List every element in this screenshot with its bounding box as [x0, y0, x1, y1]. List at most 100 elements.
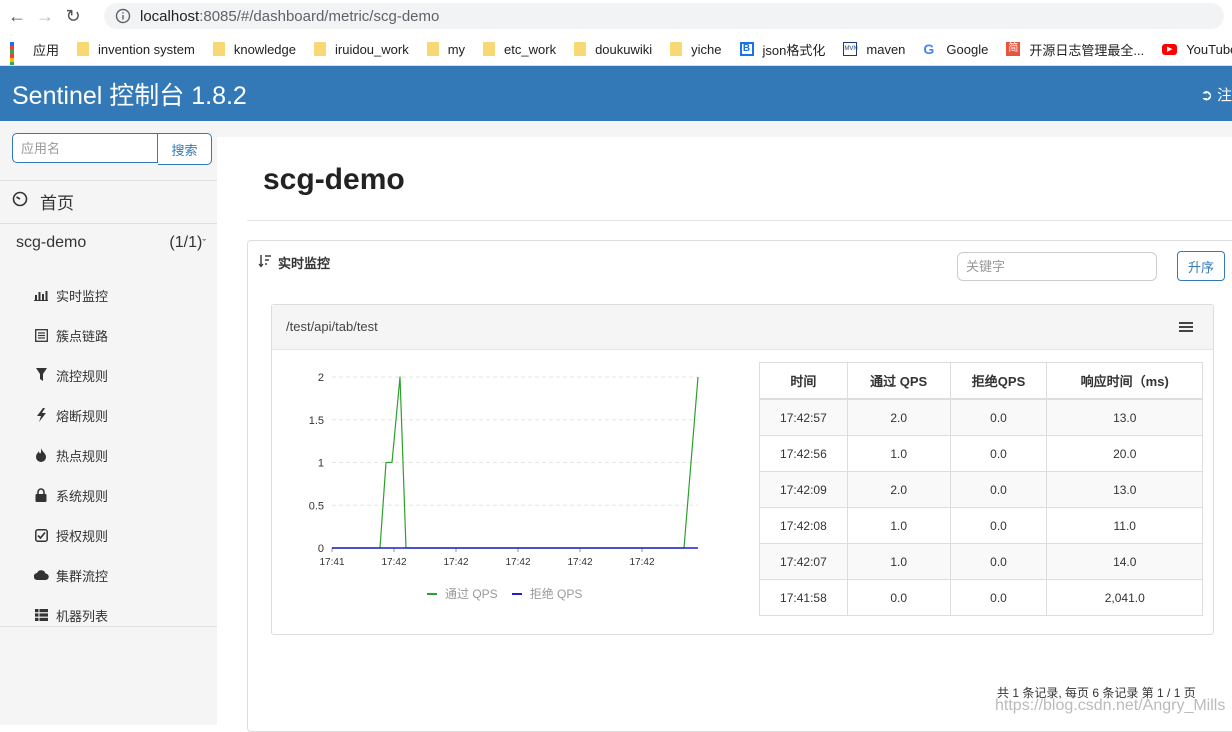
y-tick-label: 2 [318, 372, 324, 384]
chevron-down-icon: ˇ [202, 238, 206, 250]
keyword-input[interactable] [957, 252, 1157, 281]
list-icon [33, 327, 49, 343]
bookmark-label: my [447, 41, 466, 57]
y-tick-label: 1.5 [309, 415, 324, 427]
bar-chart-icon [33, 287, 49, 303]
hamburger-menu-icon[interactable] [1179, 322, 1193, 334]
bookmark-item[interactable]: invention system [77, 42, 195, 57]
sidebar-item-home[interactable]: 首页 [12, 189, 74, 214]
bookmark-item[interactable]: knowledge [212, 42, 296, 57]
bookmark-label: 应用 [33, 42, 60, 58]
sidebar-item-label: 授权规则 [56, 528, 109, 544]
bookmark-item[interactable]: yiche [670, 42, 722, 57]
x-tick-label: 17:41 [319, 557, 344, 568]
sidebar-item-label: 簇点链路 [56, 328, 109, 344]
folder-icon [77, 42, 90, 56]
forward-icon[interactable]: → [34, 6, 56, 28]
browser-address-bar: ← → ↻ localhost:8085/#/dashboard/metric/… [0, 0, 1232, 33]
x-tick-label: 17:42 [629, 557, 654, 568]
table-cell: 1.0 [846, 435, 951, 472]
bookmark-item[interactable]: etc_work [483, 42, 556, 57]
sidebar-item-list[interactable]: 簇点链路 [33, 315, 108, 355]
sidebar-item-fire[interactable]: 热点规则 [33, 435, 108, 475]
back-icon[interactable]: ← [6, 6, 28, 28]
legend-item-pass[interactable]: 通过 QPS [427, 585, 498, 602]
table-cell: 17:42:07 [759, 543, 848, 580]
url-field[interactable]: localhost:8085/#/dashboard/metric/scg-de… [104, 3, 1224, 29]
legend-label: 拒绝 QPS [529, 587, 583, 601]
table-cell: 0.0 [949, 398, 1048, 436]
bookmark-item[interactable]: iruidou_work [314, 42, 409, 57]
sidebar-item-label: 集群流控 [56, 568, 109, 584]
sidebar-app-scg-demo[interactable]: scg-demo (1/1)ˇ [16, 234, 206, 252]
sidebar-item-label: 流控规则 [56, 368, 109, 384]
bookmark-item[interactable]: 应用 [10, 40, 60, 65]
bookmark-item[interactable]: Bjson格式化 [739, 40, 826, 59]
table-cell: 1.0 [846, 543, 951, 580]
bookmark-label: YouTube [1186, 41, 1232, 57]
folder-icon [670, 42, 683, 56]
column-header: 响应时间（ms) [1046, 362, 1203, 400]
search-button[interactable]: 搜索 [158, 133, 212, 165]
sidebar-item-th-list[interactable]: 机器列表 [33, 595, 108, 635]
table-row: 17:42:09 2.0 0.0 13.0 [759, 471, 1203, 508]
bookmark-item[interactable]: ▶ YouTube [1162, 42, 1232, 57]
sidebar-item-label: 熔断规则 [56, 408, 109, 424]
sidebar-item-cloud[interactable]: 集群流控 [33, 555, 108, 595]
folder-icon [212, 42, 225, 56]
sort-ascending-button[interactable]: 升序 [1177, 251, 1225, 281]
table-cell: 0.0 [949, 471, 1048, 508]
sidebar-item-flash[interactable]: 熔断规则 [33, 395, 108, 435]
bookmark-label: json格式化 [762, 42, 826, 58]
folder-icon [426, 42, 439, 56]
table-row: 17:41:58 0.0 0.0 2,041.0 [759, 579, 1203, 616]
column-header: 通过 QPS [846, 362, 951, 400]
th-list-icon [33, 607, 49, 623]
bookmark-label: iruidou_work [335, 41, 409, 57]
sidebar-item-check-square[interactable]: 授权规则 [33, 515, 108, 555]
sidebar-item-filter[interactable]: 流控规则 [33, 355, 108, 395]
url-path: :8085/#/dashboard/metric/scg-demo [199, 7, 440, 25]
column-header: 拒绝QPS [949, 362, 1048, 400]
panel-title: 实时监控 [278, 256, 331, 271]
bookmark-label: 开源日志管理最全... [1029, 42, 1145, 58]
reload-icon[interactable]: ↻ [62, 6, 84, 28]
cloud-icon [33, 567, 49, 583]
folder-icon [574, 42, 587, 56]
sidebar-item-bar-chart[interactable]: 实时监控 [33, 275, 108, 315]
table-cell: 0.0 [949, 579, 1048, 616]
logout-link[interactable]: ➲ 注 [1200, 84, 1232, 105]
bookmark-item[interactable]: doukuwiki [574, 42, 652, 57]
sidebar-item-lock[interactable]: 系统规则 [33, 475, 108, 515]
x-tick-label: 17:42 [381, 557, 406, 568]
chart-legend: 通过 QPS 拒绝 QPS [427, 585, 596, 602]
table-cell: 20.0 [1046, 435, 1203, 472]
bookmark-item[interactable]: MVN maven [843, 42, 905, 57]
bookmark-item[interactable]: 简开源日志管理最全... [1006, 40, 1144, 59]
legend-label: 通过 QPS [445, 587, 498, 601]
table-cell: 13.0 [1046, 471, 1203, 508]
bookmark-label: maven [866, 41, 906, 57]
bookmark-item[interactable]: my [426, 41, 466, 57]
folder-icon [483, 42, 496, 56]
table-cell: 0.0 [846, 579, 951, 616]
logout-label: 注 [1216, 87, 1232, 104]
x-tick-label: 17:42 [567, 557, 592, 568]
table-row: 17:42:57 2.0 0.0 13.0 [759, 398, 1203, 436]
info-icon[interactable] [114, 7, 132, 25]
resource-name: /test/api/tab/test [286, 319, 378, 334]
app-search-input[interactable] [12, 133, 158, 163]
app-search: 搜索 [12, 133, 212, 165]
metric-table: 时间 通过 QPS 拒绝QPS 响应时间（ms) 17:42:57 2.0 0.0 13.0… [759, 362, 1203, 616]
legend-item-block[interactable]: 拒绝 QPS [511, 585, 583, 602]
main-content: scg-demo 实时监控 升序 /test/api/tab/test 0 0.5… [217, 121, 1232, 732]
monitor-panel: 实时监控 升序 /test/api/tab/test 0 0.5 1 1.5 2 17:4… [247, 240, 1232, 732]
sign-out-icon: ➲ [1200, 87, 1213, 104]
divider [247, 220, 1232, 221]
table-row: 17:42:07 1.0 0.0 14.0 [759, 543, 1203, 580]
divider [0, 180, 217, 181]
table-cell: 2.0 [846, 471, 951, 508]
bookmark-item[interactable]: G Google [923, 42, 988, 57]
divider [0, 626, 217, 627]
maven-icon: MVN [843, 42, 858, 56]
